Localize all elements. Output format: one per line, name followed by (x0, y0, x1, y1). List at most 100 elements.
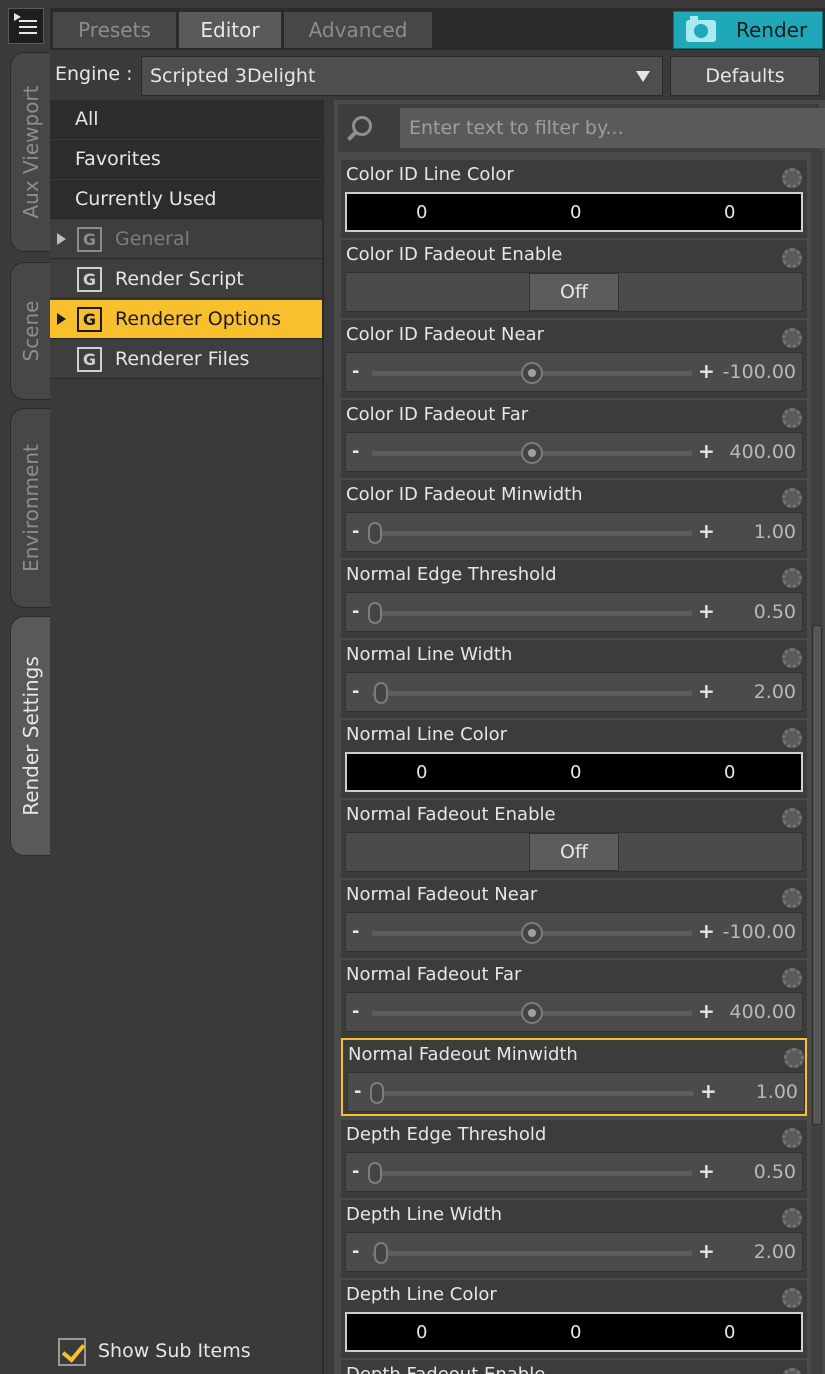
gear-icon[interactable] (782, 1208, 802, 1228)
decrement-button[interactable]: - (352, 681, 359, 702)
decrement-button[interactable]: - (352, 1161, 359, 1182)
slider-field[interactable]: - +1.00 (347, 1072, 805, 1112)
gear-icon[interactable] (782, 808, 802, 828)
slider-handle[interactable] (521, 362, 543, 384)
increment-button[interactable]: + (698, 1159, 715, 1183)
defaults-button[interactable]: Defaults (670, 56, 820, 96)
panel-menu-button[interactable] (8, 8, 44, 44)
side-tab-render-settings[interactable]: Render Settings (10, 616, 50, 856)
slider-value[interactable]: 400.00 (730, 1001, 796, 1023)
category-renderer-files[interactable]: G Renderer Files (50, 340, 322, 379)
toggle-off-button[interactable]: Off (529, 833, 619, 871)
increment-button[interactable]: + (698, 359, 715, 383)
slider-track[interactable] (372, 1251, 692, 1256)
toggle-field[interactable]: Off (345, 832, 803, 872)
decrement-button[interactable]: - (352, 601, 359, 622)
increment-button[interactable]: + (700, 1079, 717, 1103)
slider-handle[interactable] (368, 1162, 382, 1184)
slider-value[interactable]: 1.00 (754, 521, 796, 543)
slider-value[interactable]: 400.00 (730, 441, 796, 463)
expand-arrow-icon[interactable] (57, 233, 66, 245)
slider-handle[interactable] (521, 922, 543, 944)
gear-icon[interactable] (782, 888, 802, 908)
checkmark-icon[interactable] (58, 1338, 86, 1366)
gear-icon[interactable] (782, 1368, 802, 1374)
slider-track[interactable] (372, 1171, 692, 1176)
property-row[interactable]: Color ID Fadeout Far - +400.00 (341, 400, 807, 478)
gear-icon[interactable] (782, 488, 802, 508)
property-row[interactable]: Normal Edge Threshold - +0.50 (341, 560, 807, 638)
gear-icon[interactable] (782, 968, 802, 988)
property-row[interactable]: Normal Fadeout Near - + -100.00 (341, 880, 807, 958)
slider-field[interactable]: - +2.00 (345, 1232, 803, 1272)
slider-value[interactable]: 1.00 (756, 1081, 798, 1103)
gear-icon[interactable] (782, 648, 802, 668)
decrement-button[interactable]: - (352, 1241, 359, 1262)
category-renderer-options[interactable]: G Renderer Options (50, 300, 322, 339)
property-row[interactable]: Depth Line Color 0 0 0 (341, 1280, 807, 1358)
gear-icon[interactable] (784, 1048, 804, 1068)
slider-handle[interactable] (368, 602, 382, 624)
engine-select[interactable]: Scripted 3Delight (141, 56, 663, 96)
toggle-field[interactable]: Off (345, 272, 803, 312)
color-swatch[interactable]: 0 0 0 (345, 1312, 803, 1352)
toggle-off-button[interactable]: Off (529, 273, 619, 311)
gear-icon[interactable] (782, 1288, 802, 1308)
property-row[interactable]: Normal Fadeout Minwidth - +1.00 (341, 1038, 807, 1116)
side-tab-aux-viewport[interactable]: Aux Viewport (10, 52, 50, 252)
gear-icon[interactable] (782, 328, 802, 348)
increment-button[interactable]: + (698, 599, 715, 623)
property-row[interactable]: Depth Edge Threshold - +0.50 (341, 1120, 807, 1198)
slider-handle[interactable] (374, 682, 389, 704)
gear-icon[interactable] (782, 1128, 802, 1148)
category-general[interactable]: G General (50, 220, 322, 259)
category-render-script[interactable]: G Render Script (50, 260, 322, 299)
slider-value[interactable]: 0.50 (754, 1161, 796, 1183)
increment-button[interactable]: + (698, 519, 715, 543)
property-row[interactable]: Normal Line Color 0 0 0 (341, 720, 807, 798)
property-row[interactable]: Color ID Fadeout Near - + -100.00 (341, 320, 807, 398)
slider-track[interactable] (374, 1091, 694, 1096)
slider-field[interactable]: - +1.00 (345, 512, 803, 552)
scrollbar-thumb[interactable] (812, 625, 822, 1125)
side-tab-environment[interactable]: Environment (10, 408, 50, 608)
slider-field[interactable]: - + -100.00 (345, 352, 803, 392)
gear-icon[interactable] (782, 168, 802, 188)
increment-button[interactable]: + (698, 919, 715, 943)
category-currently-used[interactable]: Currently Used (50, 180, 322, 219)
slider-handle[interactable] (368, 522, 382, 544)
slider-value[interactable]: 2.00 (754, 681, 796, 703)
expand-arrow-icon[interactable] (57, 313, 66, 325)
color-swatch[interactable]: 0 0 0 (345, 752, 803, 792)
decrement-button[interactable]: - (352, 921, 359, 942)
property-row[interactable]: Normal Fadeout Enable Off (341, 800, 807, 878)
filter-input[interactable] (400, 108, 825, 148)
slider-handle[interactable] (370, 1082, 384, 1104)
gear-icon[interactable] (782, 248, 802, 268)
decrement-button[interactable]: - (352, 1001, 359, 1022)
property-row[interactable]: Normal Line Width - +2.00 (341, 640, 807, 718)
search-icon[interactable] (352, 116, 372, 136)
slider-value[interactable]: -100.00 (723, 921, 796, 943)
slider-handle[interactable] (521, 1002, 543, 1024)
property-row[interactable]: Color ID Fadeout Minwidth - +1.00 (341, 480, 807, 558)
slider-field[interactable]: - +2.00 (345, 672, 803, 712)
slider-field[interactable]: - +0.50 (345, 592, 803, 632)
gear-icon[interactable] (782, 408, 802, 428)
increment-button[interactable]: + (698, 999, 715, 1023)
slider-field[interactable]: - +400.00 (345, 992, 803, 1032)
increment-button[interactable]: + (698, 1239, 715, 1263)
property-row[interactable]: Color ID Fadeout Enable Off (341, 240, 807, 318)
increment-button[interactable]: + (698, 679, 715, 703)
slider-track[interactable] (372, 531, 692, 536)
property-row[interactable]: Normal Fadeout Far - +400.00 (341, 960, 807, 1038)
render-button[interactable]: Render (673, 11, 823, 49)
tab-presets[interactable]: Presets (52, 11, 177, 49)
category-favorites[interactable]: Favorites (50, 140, 322, 179)
color-swatch[interactable]: 0 0 0 (345, 192, 803, 232)
property-row[interactable]: Depth Fadeout EnableOff (341, 1360, 807, 1374)
decrement-button[interactable]: - (354, 1081, 361, 1102)
increment-button[interactable]: + (698, 439, 715, 463)
category-all[interactable]: All (50, 100, 322, 139)
slider-track[interactable] (372, 691, 692, 696)
